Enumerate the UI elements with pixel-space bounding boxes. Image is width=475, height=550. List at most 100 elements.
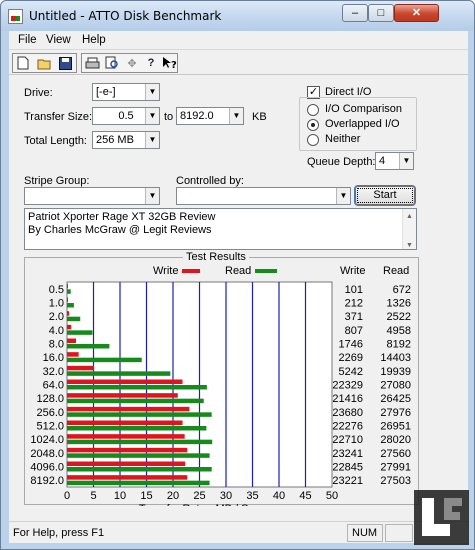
minimize-button[interactable]: – xyxy=(342,4,368,22)
stripe-group-label: Stripe Group: xyxy=(24,175,90,187)
write-bar xyxy=(67,283,68,289)
write-value: 23221 xyxy=(332,475,363,487)
read-value: 27080 xyxy=(380,380,411,392)
total-length-value: 256 MB xyxy=(96,134,134,146)
write-bar xyxy=(67,311,70,316)
write-value: 101 xyxy=(345,284,363,296)
legend-read-swatch xyxy=(255,269,277,273)
read-bar xyxy=(67,467,212,472)
category-label: 1.0 xyxy=(49,298,64,310)
status-pane-empty xyxy=(385,524,413,542)
scroll-up-icon[interactable]: ▲ xyxy=(406,210,413,223)
queue-depth-select[interactable]: 4 ▼ xyxy=(375,152,414,170)
category-label: 128.0 xyxy=(36,393,64,405)
controlled-by-select[interactable]: ▼ xyxy=(176,187,351,205)
category-label: 4096.0 xyxy=(30,462,64,474)
stripe-group-select[interactable]: ▼ xyxy=(24,187,160,205)
context-help-icon[interactable]: ? xyxy=(161,55,177,71)
category-label: 1024.0 xyxy=(30,434,64,446)
write-column-header: Write xyxy=(340,265,365,277)
read-bar xyxy=(67,412,212,417)
controlled-by-label: Controlled by: xyxy=(176,175,244,187)
chevron-down-icon[interactable]: ▼ xyxy=(145,188,159,204)
overlapped-io-radio[interactable] xyxy=(307,119,319,131)
close-button[interactable]: ✕ xyxy=(394,4,439,22)
chevron-down-icon[interactable]: ▼ xyxy=(399,153,413,169)
chevron-down-icon[interactable]: ▼ xyxy=(145,132,159,148)
chevron-down-icon[interactable]: ▼ xyxy=(145,108,159,124)
toolbar: ✥ ? ? xyxy=(9,51,468,75)
chevron-down-icon[interactable]: ▼ xyxy=(336,188,350,204)
read-value: 27976 xyxy=(380,407,411,419)
category-label: 256.0 xyxy=(36,407,64,419)
x-tick-label: 50 xyxy=(326,490,338,502)
x-tick-label: 30 xyxy=(220,490,232,502)
total-length-label: Total Length: xyxy=(24,135,87,147)
move-icon[interactable]: ✥ xyxy=(124,55,140,71)
read-value: 26425 xyxy=(380,393,411,405)
write-value: 5242 xyxy=(339,366,363,378)
read-bar xyxy=(67,316,81,322)
chevron-down-icon[interactable]: ▼ xyxy=(145,84,159,100)
read-value: 14403 xyxy=(380,352,411,364)
start-button[interactable]: Start xyxy=(355,186,415,205)
title-bar[interactable]: Untitled - ATTO Disk Benchmark – □ ✕ xyxy=(1,1,474,31)
status-text: For Help, press F1 xyxy=(13,527,105,539)
category-label: 512.0 xyxy=(36,421,64,433)
write-value: 21416 xyxy=(332,393,363,405)
save-icon[interactable] xyxy=(57,55,73,71)
notes-textarea[interactable]: Patriot Xporter Rage XT 32GB Review By C… xyxy=(24,208,417,250)
read-value: 8192 xyxy=(387,339,411,351)
write-bar xyxy=(67,447,188,453)
category-label: 4.0 xyxy=(49,325,64,337)
notes-scrollbar[interactable]: ▲ ▼ xyxy=(402,209,416,249)
x-tick-label: 15 xyxy=(140,490,152,502)
read-bar xyxy=(67,289,71,294)
help-icon[interactable]: ? xyxy=(143,55,159,71)
read-bar xyxy=(67,303,74,308)
read-value: 27503 xyxy=(380,475,411,487)
write-value: 1746 xyxy=(339,339,363,351)
neither-radio[interactable] xyxy=(307,134,319,146)
test-results-panel: Test Results 05101520253035404550Transfe… xyxy=(24,251,419,506)
read-bar xyxy=(67,426,207,431)
drive-select[interactable]: [-e-] ▼ xyxy=(92,83,160,101)
chevron-down-icon[interactable]: ▼ xyxy=(229,108,243,124)
notes-line: Patriot Xporter Rage XT 32GB Review xyxy=(28,211,216,223)
app-window: Untitled - ATTO Disk Benchmark – □ ✕ Fil… xyxy=(0,0,475,550)
read-bar xyxy=(67,371,171,376)
read-bar xyxy=(67,480,210,486)
write-bar xyxy=(67,379,183,384)
toolbar-tools-group: ✥ ? ? xyxy=(81,53,178,73)
scroll-down-icon[interactable]: ▼ xyxy=(406,239,413,252)
transfer-size-to-select[interactable]: 8192.0 ▼ xyxy=(176,107,244,125)
io-comparison-radio[interactable] xyxy=(307,104,319,116)
notes-line: By Charles McGraw @ Legit Reviews xyxy=(28,224,212,236)
write-value: 23680 xyxy=(332,407,363,419)
read-bar xyxy=(67,357,142,363)
maximize-button[interactable]: □ xyxy=(368,4,394,22)
write-bar xyxy=(67,365,95,371)
menu-file[interactable]: File xyxy=(18,34,37,46)
write-bar xyxy=(67,475,188,480)
legend-write-label: Write xyxy=(153,265,178,277)
new-icon[interactable] xyxy=(15,55,31,71)
write-bar xyxy=(67,393,178,398)
transfer-size-from-select[interactable]: 0.5 ▼ xyxy=(92,107,160,125)
read-value: 2522 xyxy=(387,311,411,323)
x-tick-label: 0 xyxy=(64,490,70,502)
x-tick-label: 5 xyxy=(90,490,96,502)
read-bar xyxy=(67,344,110,349)
open-icon[interactable] xyxy=(36,55,52,71)
menu-help[interactable]: Help xyxy=(82,34,106,46)
read-value: 26951 xyxy=(380,421,411,433)
write-bar xyxy=(67,324,72,330)
total-length-select[interactable]: 256 MB ▼ xyxy=(92,131,160,149)
window-title: Untitled - ATTO Disk Benchmark xyxy=(29,9,222,23)
overlapped-io-label: Overlapped I/O xyxy=(325,118,400,130)
read-bar xyxy=(67,330,93,335)
print-preview-icon[interactable] xyxy=(104,55,120,71)
drive-value: [-e-] xyxy=(96,86,116,98)
menu-view[interactable]: View xyxy=(46,34,71,46)
print-icon[interactable] xyxy=(84,55,100,71)
